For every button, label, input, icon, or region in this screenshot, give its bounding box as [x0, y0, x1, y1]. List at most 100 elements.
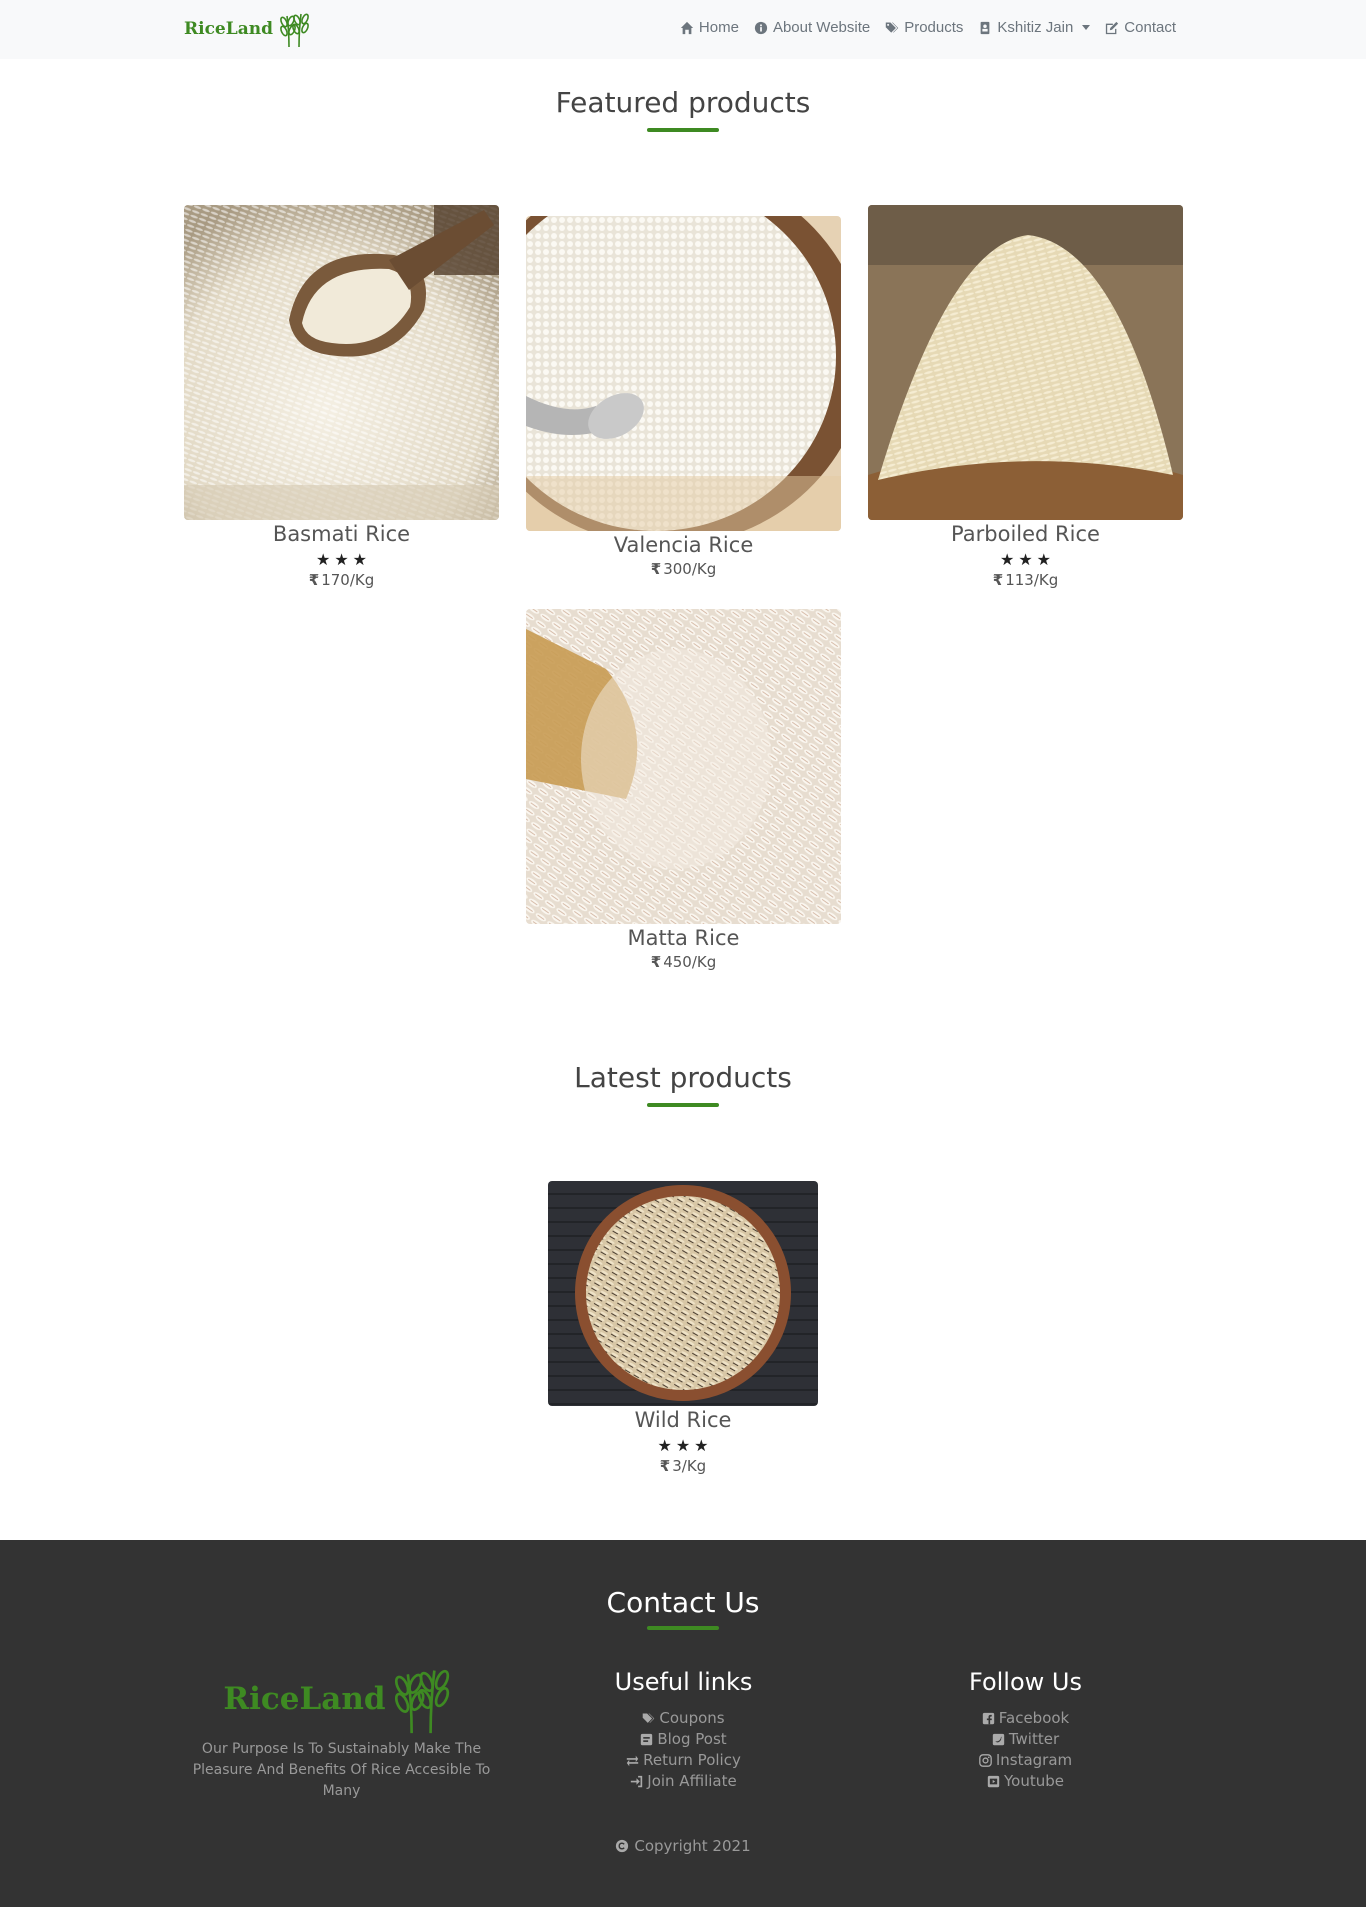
footer-description: Our Purpose Is To Sustainably Make The P… [192, 1741, 491, 1799]
product-name: Wild Rice [634, 1408, 732, 1432]
featured-title: Featured products [555, 86, 811, 119]
instagram-icon [979, 1754, 992, 1767]
product-price: ₹113/Kg [868, 571, 1183, 589]
star-icon: ★ [694, 1436, 709, 1455]
useful-links-column: Useful links Coupons Blog Post Return Po… [526, 1668, 841, 1792]
product-name: Valencia Rice [613, 533, 754, 557]
nav-user-dropdown[interactable]: Kshitiz Jain [978, 19, 1091, 36]
copyright: Copyright 2021 [0, 1837, 1366, 1855]
star-icon: ★ [334, 550, 349, 569]
product-name: Matta Rice [627, 926, 740, 950]
user-card-icon [981, 21, 990, 34]
brand-name: RiceLand [184, 19, 273, 39]
product-image-matta[interactable] [526, 609, 841, 924]
product-price-value: 300/Kg [663, 560, 717, 578]
tags-icon [885, 22, 899, 33]
rupee-icon: ₹ [659, 1457, 671, 1475]
link-twitter[interactable]: Twitter [868, 1729, 1183, 1750]
nav-contact-label: Contact [1124, 19, 1176, 36]
product-price: ₹300/Kg [526, 560, 841, 578]
product-price-value: 170/Kg [321, 571, 375, 589]
rice-plant-icon [280, 13, 309, 48]
blog-icon [641, 1733, 653, 1746]
link-join-affiliate[interactable]: Join Affiliate [526, 1771, 841, 1792]
home-icon [680, 21, 694, 34]
product-price-value: 3/Kg [672, 1457, 707, 1475]
nav-about[interactable]: About Website [754, 19, 870, 36]
latest-title-underline [647, 1103, 719, 1107]
star-icon: ★ [352, 550, 368, 569]
copyright-text: Copyright 2021 [634, 1837, 751, 1855]
product-price-value: 450/Kg [663, 953, 717, 971]
featured-title-underline [647, 128, 719, 132]
nav-home[interactable]: Home [680, 19, 739, 36]
info-icon [754, 21, 768, 34]
main-nav: Home About Website Products Kshitiz Jain… [680, 19, 1176, 36]
tags-icon [643, 1713, 655, 1723]
link-youtube[interactable]: Youtube [868, 1771, 1183, 1792]
sign-in-icon [631, 1775, 643, 1788]
nav-contact[interactable]: Contact [1105, 19, 1176, 36]
product-card-valencia[interactable]: Valencia Rice ₹300/Kg [526, 216, 841, 578]
link-coupons[interactable]: Coupons [526, 1708, 841, 1729]
footer-brand-name: RiceLand [223, 1681, 386, 1717]
product-image-basmati[interactable] [184, 205, 499, 520]
nav-user-label: Kshitiz Jain [997, 19, 1074, 36]
exchange-icon [626, 1755, 639, 1767]
nav-products-label: Products [904, 19, 964, 36]
link-instagram[interactable]: Instagram [868, 1750, 1183, 1771]
follow-us-column: Follow Us Facebook Twitter Instagram You… [868, 1668, 1183, 1792]
rupee-icon: ₹ [992, 571, 1004, 589]
nav-about-label: About Website [772, 19, 871, 36]
star-icon: ★ [1036, 550, 1052, 569]
product-price-value: 113/Kg [1005, 571, 1059, 589]
rupee-icon: ₹ [308, 571, 320, 589]
product-rating: ★ ★ ★ [548, 1438, 818, 1454]
star-icon: ★ [1018, 550, 1033, 569]
facebook-icon [982, 1712, 994, 1725]
product-price: ₹450/Kg [526, 953, 841, 971]
copyright-icon [616, 1839, 629, 1853]
chevron-down-icon [1082, 25, 1091, 30]
product-card-wild-rice[interactable]: Wild Rice ★ ★ ★ ₹3/Kg [548, 1181, 818, 1475]
product-image-parboiled[interactable] [868, 205, 1183, 520]
footer-brand: RiceLand Our Purpose Is To Sustainably M… [184, 1663, 499, 1802]
twitter-icon [992, 1733, 1005, 1746]
edit-icon [1106, 21, 1119, 34]
product-image-valencia[interactable] [526, 216, 841, 531]
product-rating: ★ ★ ★ [868, 552, 1183, 568]
star-icon: ★ [999, 550, 1015, 569]
star-icon: ★ [675, 1436, 691, 1455]
link-blog-post-label: Blog Post [657, 1730, 727, 1748]
follow-us-title: Follow Us [969, 1668, 1082, 1696]
useful-links-title: Useful links [614, 1668, 753, 1696]
link-join-affiliate-label: Join Affiliate [647, 1772, 737, 1790]
link-blog-post[interactable]: Blog Post [526, 1729, 841, 1750]
product-image-wild-rice[interactable] [548, 1181, 818, 1406]
rice-plant-icon [394, 1669, 449, 1734]
link-twitter-label: Twitter [1008, 1730, 1060, 1748]
footer-title: Contact Us [606, 1586, 760, 1619]
product-card-parboiled[interactable]: Parboiled Rice ★ ★ ★ ₹113/Kg [868, 205, 1183, 589]
product-price: ₹3/Kg [548, 1457, 818, 1475]
link-return-policy[interactable]: Return Policy [526, 1750, 841, 1771]
product-card-basmati[interactable]: Basmati Rice ★ ★ ★ ₹170/Kg [184, 205, 499, 589]
product-rating: ★ ★ ★ [184, 552, 499, 568]
nav-home-label: Home [698, 19, 739, 36]
link-return-policy-label: Return Policy [643, 1751, 741, 1769]
link-facebook-label: Facebook [998, 1709, 1070, 1727]
latest-title: Latest products [574, 1061, 792, 1094]
link-coupons-label: Coupons [659, 1709, 725, 1727]
brand-logo[interactable]: RiceLand [184, 10, 313, 48]
link-facebook[interactable]: Facebook [868, 1708, 1183, 1729]
link-instagram-label: Instagram [995, 1751, 1073, 1769]
rupee-icon: ₹ [650, 953, 662, 971]
product-name: Parboiled Rice [951, 522, 1100, 546]
footer-title-underline [647, 1626, 719, 1630]
product-price: ₹170/Kg [184, 571, 499, 589]
nav-products[interactable]: Products [885, 19, 963, 36]
product-name: Basmati Rice [272, 522, 411, 546]
top-navbar: RiceLand Home About Website Products Ksh… [0, 0, 1366, 59]
star-icon: ★ [657, 1436, 672, 1455]
product-card-matta[interactable]: Matta Rice ₹450/Kg [526, 609, 841, 971]
